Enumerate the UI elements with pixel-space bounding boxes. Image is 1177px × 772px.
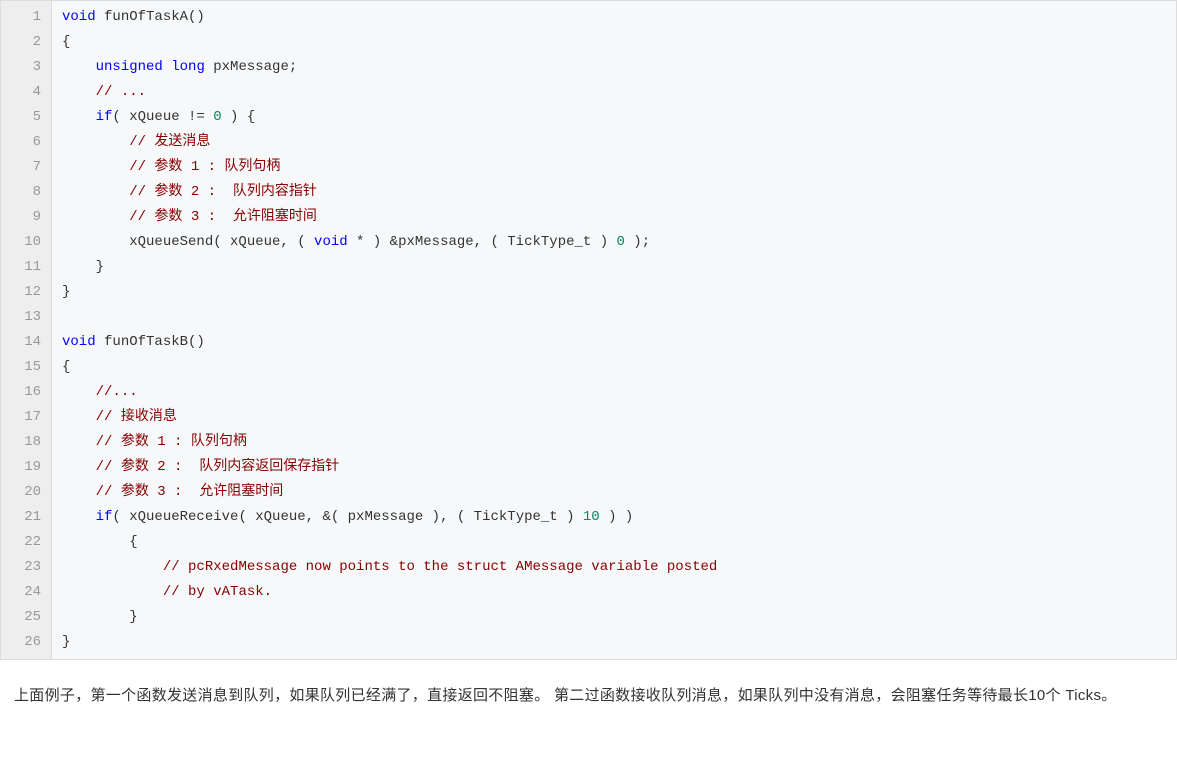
- code-line: {: [62, 355, 717, 380]
- code-line: //...: [62, 380, 717, 405]
- line-number: 12: [13, 280, 41, 305]
- line-number: 3: [13, 55, 41, 80]
- line-number: 26: [13, 630, 41, 655]
- code-line: // 参数 3 : 允许阻塞时间: [62, 205, 717, 230]
- line-number: 10: [13, 230, 41, 255]
- line-number: 9: [13, 205, 41, 230]
- line-number: 15: [13, 355, 41, 380]
- code-line: // 参数 3 : 允许阻塞时间: [62, 480, 717, 505]
- line-number: 14: [13, 330, 41, 355]
- code-line: [62, 305, 717, 330]
- line-number: 21: [13, 505, 41, 530]
- code-block: 1234567891011121314151617181920212223242…: [0, 0, 1177, 660]
- line-number: 17: [13, 405, 41, 430]
- line-number: 8: [13, 180, 41, 205]
- code-line: unsigned long pxMessage;: [62, 55, 717, 80]
- code-line: xQueueSend( xQueue, ( void * ) &pxMessag…: [62, 230, 717, 255]
- code-content: void funOfTaskA(){ unsigned long pxMessa…: [52, 1, 727, 659]
- code-line: }: [62, 630, 717, 655]
- line-number: 16: [13, 380, 41, 405]
- code-line: {: [62, 530, 717, 555]
- code-line: // ...: [62, 80, 717, 105]
- line-number: 20: [13, 480, 41, 505]
- code-line: if( xQueueReceive( xQueue, &( pxMessage …: [62, 505, 717, 530]
- code-line: }: [62, 280, 717, 305]
- code-line: void funOfTaskB(): [62, 330, 717, 355]
- code-line: // 参数 2 : 队列内容返回保存指针: [62, 455, 717, 480]
- line-number: 23: [13, 555, 41, 580]
- line-number: 5: [13, 105, 41, 130]
- line-number: 25: [13, 605, 41, 630]
- code-line: // 接收消息: [62, 405, 717, 430]
- line-number: 22: [13, 530, 41, 555]
- line-number: 18: [13, 430, 41, 455]
- code-line: // 参数 2 : 队列内容指针: [62, 180, 717, 205]
- line-number: 7: [13, 155, 41, 180]
- code-line: // 参数 1 : 队列句柄: [62, 430, 717, 455]
- code-line: void funOfTaskA(): [62, 5, 717, 30]
- code-line: }: [62, 605, 717, 630]
- line-number: 13: [13, 305, 41, 330]
- code-line: // 参数 1 : 队列句柄: [62, 155, 717, 180]
- line-number: 19: [13, 455, 41, 480]
- code-line: {: [62, 30, 717, 55]
- code-line: // 发送消息: [62, 130, 717, 155]
- line-number: 4: [13, 80, 41, 105]
- line-number: 11: [13, 255, 41, 280]
- line-number: 2: [13, 30, 41, 55]
- line-number: 24: [13, 580, 41, 605]
- line-number: 1: [13, 5, 41, 30]
- code-line: // pcRxedMessage now points to the struc…: [62, 555, 717, 580]
- line-number: 6: [13, 130, 41, 155]
- code-line: if( xQueue != 0 ) {: [62, 105, 717, 130]
- explanation-paragraph: 上面例子，第一个函数发送消息到队列，如果队列已经满了，直接返回不阻塞。 第二过函…: [0, 660, 1177, 721]
- code-line: // by vATask.: [62, 580, 717, 605]
- code-line: }: [62, 255, 717, 280]
- line-number-gutter: 1234567891011121314151617181920212223242…: [1, 1, 52, 659]
